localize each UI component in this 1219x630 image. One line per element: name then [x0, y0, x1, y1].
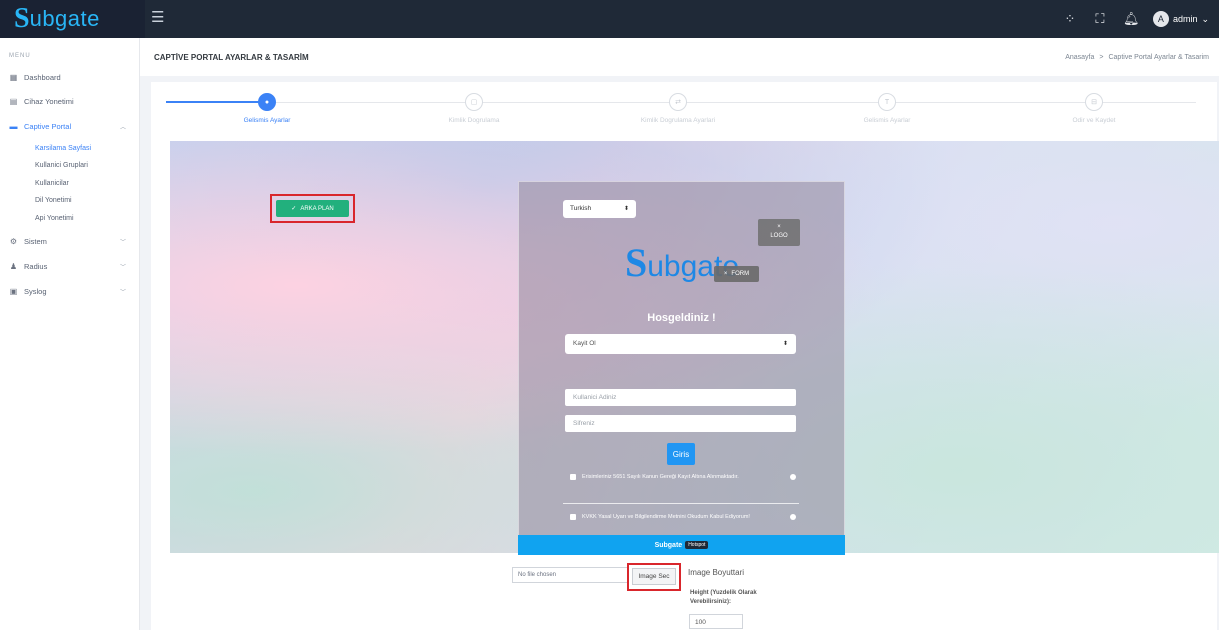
portal-footer: Subgate Hotspot — [518, 535, 845, 555]
apps-grid-icon[interactable]: ⁘ — [1063, 11, 1077, 27]
image-select-highlight: Image Sec — [627, 563, 681, 591]
image-select-button[interactable]: Image Sec — [632, 568, 676, 585]
footer-brand: Subgate — [654, 541, 683, 549]
monitor-icon: ▬ — [9, 122, 18, 131]
sidebar-item-sistem[interactable]: ⚙ Sistem ﹀ — [9, 237, 134, 246]
wizard-progress-line — [166, 101, 265, 103]
consent-checkbox[interactable] — [570, 474, 576, 480]
dashboard-icon: ▦ — [9, 73, 18, 82]
info-icon[interactable] — [790, 474, 796, 480]
wizard-step-3[interactable]: ⇄ — [669, 93, 687, 111]
wizard-step-2[interactable]: ▢ — [465, 93, 483, 111]
sidebar-item-captive-portal[interactable]: ▬ Captive Portal ︿ — [9, 122, 134, 131]
consent-checkbox[interactable] — [570, 514, 576, 520]
consent-text: Erisimleriniz 5651 Sayılı Kanun Gereği K… — [582, 474, 739, 480]
breadcrumb-home[interactable]: Anasayfa — [1065, 54, 1094, 61]
wizard-step-2-label: Kimlik Dogrulama — [448, 117, 500, 124]
welcome-heading: Hosgeldiniz ! — [647, 312, 716, 324]
sidebar-subitem-kullanicilar[interactable]: Kullanicilar — [35, 180, 69, 187]
fullscreen-icon[interactable]: ⛶ — [1093, 11, 1107, 27]
chevron-down-icon: ﹀ — [119, 265, 126, 271]
user-icon: ♟ — [9, 262, 18, 271]
consent-kvkk[interactable]: KVKK Yasal Uyarı ve Bilgilendirme Metnin… — [570, 513, 796, 522]
portal-logo-s: S — [625, 240, 648, 285]
sidebar-item-label: Radius — [24, 262, 48, 271]
language-select[interactable]: Turkish ⬍ — [563, 200, 636, 218]
wizard-step-5-label: Odir ve Kaydet — [1072, 117, 1116, 124]
select-caret-icon: ⬍ — [623, 206, 629, 212]
sidebar-item-dashboard[interactable]: ▦ Dashboard — [9, 73, 134, 82]
sidebar-item-label: Cihaz Yonetimi — [24, 97, 74, 106]
sidebar-item-label: Sistem — [24, 237, 47, 246]
sidebar-item-label: Syslog — [24, 287, 47, 296]
logo-chip-label: LOGO — [770, 233, 788, 239]
gear-icon: ⚙ — [9, 237, 18, 246]
auth-type-value: Kayit Ol — [573, 340, 596, 347]
top-bar: Subgate ☰ ⁘ ⛶ 🔔︎ A admin ⌄ — [0, 0, 1219, 38]
arka-plan-highlight: ✓ ARKA PLAN — [270, 194, 355, 223]
brand-logo-s: S — [14, 3, 30, 34]
log-icon: ▣ — [9, 287, 18, 296]
consent-divider — [563, 503, 799, 504]
close-icon: × — [723, 271, 728, 277]
sidebar-subitem-dil-yonetimi[interactable]: Dil Yonetimi — [35, 197, 72, 204]
chevron-down-icon: ﹀ — [119, 290, 126, 296]
logo-remove-chip[interactable]: × LOGO — [758, 219, 800, 246]
hotspot-badge: Hotspot — [685, 541, 709, 549]
hamburger-icon[interactable]: ☰ — [151, 10, 165, 25]
top-right-actions: ⁘ ⛶ 🔔︎ A admin ⌄ — [1063, 0, 1209, 38]
consent-5651[interactable]: Erisimleriniz 5651 Sayılı Kanun Gereği K… — [570, 473, 796, 482]
height-label: Height (Yuzdelik Olarak Verebilirsiniz): — [690, 590, 757, 605]
sidebar-item-cihaz-yonetimi[interactable]: ▤ Cihaz Yonetimi — [9, 97, 134, 106]
file-chooser-field[interactable]: No file chosen — [512, 567, 629, 583]
user-menu[interactable]: A admin ⌄ — [1152, 11, 1209, 27]
wizard-step-1[interactable]: ● — [258, 93, 276, 111]
language-value: Turkish — [570, 205, 592, 212]
wizard-step-5[interactable]: ⊟ — [1085, 93, 1103, 111]
sidebar-item-label: Dashboard — [24, 73, 61, 82]
page-header: CAPTİVE PORTAL AYARLAR & TASARİM Anasayf… — [140, 38, 1219, 76]
height-input[interactable]: 100 — [689, 614, 743, 629]
breadcrumb-separator: > — [1099, 54, 1104, 61]
sidebar-item-radius[interactable]: ♟ Radius ﹀ — [9, 262, 134, 271]
image-size-title: Image Boyuttari — [688, 568, 745, 577]
brand-logo[interactable]: Subgate — [0, 0, 145, 38]
password-input[interactable]: Sifreniz — [565, 415, 796, 432]
bell-icon[interactable]: 🔔︎ — [1123, 11, 1140, 27]
consent-text: KVKK Yasal Uyarı ve Bilgilendirme Metnin… — [582, 514, 750, 520]
wizard-step-1-label: Gelismis Ayarlar — [243, 117, 291, 124]
menu-title: MENU — [9, 53, 31, 59]
select-caret-icon: ⬍ — [782, 341, 788, 347]
form-chip-label: FORM — [731, 271, 750, 277]
sidebar-subitem-karsilama-sayfasi[interactable]: Karsilama Sayfasi — [35, 145, 91, 152]
wizard-step-4-label: Gelismis Ayarlar — [863, 117, 911, 124]
chevron-down-icon: ⌄ — [1201, 13, 1209, 24]
username-input[interactable]: Kullanici Adiniz — [565, 389, 796, 406]
user-name: admin — [1172, 14, 1198, 24]
breadcrumb-current: Captive Portal Ayarlar & Tasarim — [1108, 54, 1209, 61]
login-button[interactable]: Giris — [667, 443, 695, 465]
sidebar-item-label: Captive Portal — [24, 122, 72, 131]
sidebar-subitem-kullanici-gruplari[interactable]: Kullanici Gruplari — [35, 162, 88, 169]
sidebar-item-syslog[interactable]: ▣ Syslog ﹀ — [9, 287, 134, 296]
page-title: CAPTİVE PORTAL AYARLAR & TASARİM — [154, 53, 309, 62]
form-remove-chip[interactable]: × FORM — [714, 266, 759, 282]
chevron-down-icon: ﹀ — [119, 240, 126, 246]
close-icon: × — [777, 224, 781, 230]
wizard-step-3-label: Kimlik Dogrulama Ayarlari — [640, 117, 716, 124]
info-icon[interactable] — [790, 514, 796, 520]
sidebar-subitem-api-yonetimi[interactable]: Api Yonetimi — [35, 215, 74, 222]
device-icon: ▤ — [9, 97, 18, 106]
wizard-track-line — [276, 102, 1196, 103]
arka-plan-label: ARKA PLAN — [300, 205, 334, 212]
auth-type-select[interactable]: Kayit Ol ⬍ — [565, 334, 796, 354]
chevron-up-icon: ︿ — [119, 125, 126, 131]
avatar: A — [1152, 11, 1169, 27]
breadcrumb: Anasayfa > Captive Portal Ayarlar & Tasari… — [1065, 54, 1209, 61]
check-icon: ✓ — [291, 206, 297, 212]
brand-logo-text: ubgate — [29, 6, 100, 31]
wizard-step-4[interactable]: T — [878, 93, 896, 111]
arka-plan-button[interactable]: ✓ ARKA PLAN — [276, 200, 349, 217]
